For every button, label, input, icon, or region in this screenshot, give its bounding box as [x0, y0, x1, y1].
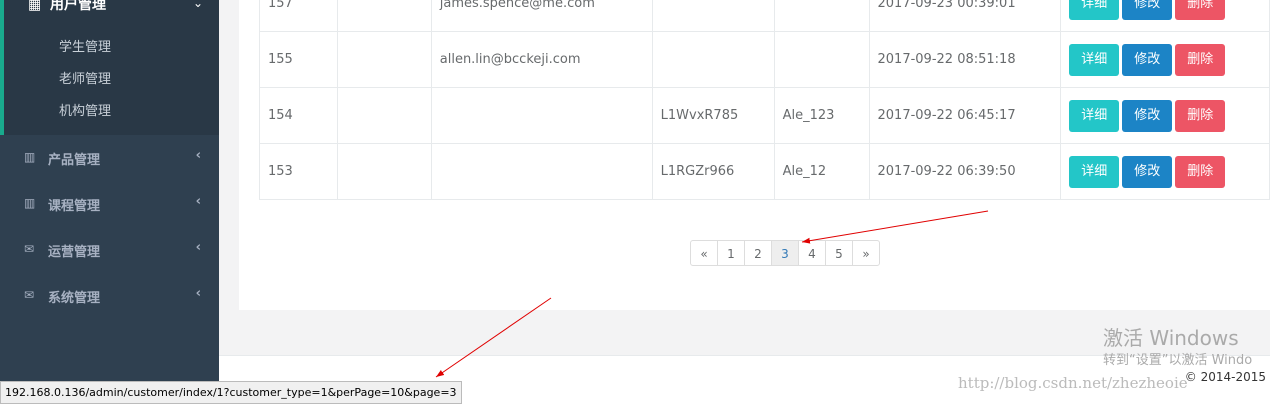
sidebar: ▦ 用户管理 ⌄ 学生管理 老师管理 机构管理 ▥ 产品管理 ‹ ▥ 课程管理 ‹… — [0, 0, 219, 404]
cell-email — [430, 87, 653, 144]
cell-time: 2017-09-23 00:39:01 — [868, 0, 1062, 32]
cell-time: 2017-09-22 06:45:17 — [868, 87, 1062, 144]
chevron-down-icon: ⌄ — [192, 0, 203, 10]
cell-col2 — [336, 87, 432, 144]
delete-button[interactable]: 删除 — [1175, 43, 1226, 76]
cell-code: L1WvxR785 — [651, 87, 775, 144]
chevron-left-icon: ‹ — [195, 240, 201, 255]
pagination: « 1 2 3 4 5 » — [690, 240, 880, 266]
cell-id: 153 — [259, 143, 338, 200]
envelope-icon: ✉ — [24, 288, 35, 302]
table-row: 154 L1WvxR785 Ale_123 2017-09-22 06:45:17 详细… — [259, 87, 1270, 144]
sidebar-item-institutions[interactable]: 机构管理 — [59, 100, 111, 119]
csdn-watermark: http://blog.csdn.net/zhezheoie — [958, 374, 1188, 392]
detail-button[interactable]: 详细 — [1069, 0, 1120, 20]
main-content: 157 james.spence@me.com 2017-09-23 00:39:0… — [239, 0, 1270, 310]
sidebar-item-courses[interactable]: ▥ 课程管理 ‹ — [0, 181, 219, 227]
detail-button[interactable]: 详细 — [1069, 99, 1120, 132]
pagination-prev[interactable]: « — [690, 240, 718, 266]
cell-col2 — [336, 0, 432, 32]
delete-button[interactable]: 删除 — [1175, 155, 1226, 188]
table-row: 157 james.spence@me.com 2017-09-23 00:39:0… — [259, 0, 1270, 32]
bar-chart-icon: ▥ — [24, 196, 36, 210]
chevron-left-icon: ‹ — [195, 286, 201, 301]
copyright: © 2014-2015 — [1184, 370, 1266, 384]
cell-email: allen.lin@bcckeji.com — [430, 31, 653, 88]
cell-actions: 详细 修改 删除 — [1060, 143, 1270, 200]
sidebar-group-title[interactable]: ▦ 用户管理 — [28, 0, 106, 14]
bar-chart-icon: ▥ — [24, 150, 36, 164]
pagination-page-3[interactable]: 3 — [771, 240, 799, 266]
sidebar-item-teachers[interactable]: 老师管理 — [59, 68, 111, 87]
edit-button[interactable]: 修改 — [1122, 43, 1173, 76]
sidebar-item-system[interactable]: ✉ 系统管理 ‹ — [0, 273, 219, 319]
sidebar-group-users[interactable]: ▦ 用户管理 ⌄ — [0, 0, 219, 20]
edit-button[interactable]: 修改 — [1122, 99, 1173, 132]
chevron-left-icon: ‹ — [195, 148, 201, 163]
detail-button[interactable]: 详细 — [1069, 43, 1120, 76]
sidebar-item-products[interactable]: ▥ 产品管理 ‹ — [0, 135, 219, 181]
cell-id: 157 — [259, 0, 338, 32]
cell-actions: 详细 修改 删除 — [1060, 87, 1270, 144]
cell-id: 155 — [259, 31, 338, 88]
cell-name — [773, 0, 870, 32]
delete-button[interactable]: 删除 — [1175, 99, 1226, 132]
cell-name: Ale_123 — [773, 87, 870, 144]
pagination-page-4[interactable]: 4 — [798, 240, 826, 266]
cell-name — [773, 31, 870, 88]
pagination-page-2[interactable]: 2 — [744, 240, 772, 266]
cell-email — [430, 143, 653, 200]
cell-code — [651, 31, 775, 88]
edit-button[interactable]: 修改 — [1122, 155, 1173, 188]
sidebar-item-label: 系统管理 — [48, 291, 101, 306]
sidebar-item-label: 运营管理 — [48, 245, 101, 260]
chevron-left-icon: ‹ — [195, 194, 201, 209]
sidebar-item-students[interactable]: 学生管理 — [59, 36, 111, 55]
table-row: 155 allen.lin@bcckeji.com 2017-09-22 08:51… — [259, 31, 1270, 88]
sidebar-item-label: 产品管理 — [48, 153, 101, 168]
cell-actions: 详细 修改 删除 — [1060, 0, 1270, 32]
sidebar-item-label: 课程管理 — [48, 199, 101, 214]
sidebar-submenu: 学生管理 老师管理 机构管理 — [0, 20, 219, 135]
table-row: 153 L1RGZr966 Ale_12 2017-09-22 06:39:50 详细修… — [259, 143, 1270, 200]
edit-button[interactable]: 修改 — [1122, 0, 1173, 20]
cell-email: james.spence@me.com — [430, 0, 653, 32]
cell-code — [651, 0, 775, 32]
envelope-icon: ✉ — [24, 242, 35, 256]
customer-table: 157 james.spence@me.com 2017-09-23 00:39:0… — [259, 0, 1270, 200]
pagination-next[interactable]: » — [852, 240, 880, 266]
cell-col2 — [336, 31, 432, 88]
pagination-page-1[interactable]: 1 — [717, 240, 745, 266]
cell-actions: 详细 修改 删除 — [1060, 31, 1270, 88]
windows-activation-watermark: 激活 Windows — [1103, 326, 1239, 350]
browser-status-bar: 192.168.0.136/admin/customer/index/1?cus… — [0, 381, 462, 404]
delete-button[interactable]: 删除 — [1175, 0, 1226, 20]
detail-button[interactable]: 详细 — [1069, 155, 1120, 188]
windows-activation-hint: 转到“设置”以激活 Windo — [1103, 353, 1253, 368]
cell-time: 2017-09-22 08:51:18 — [868, 31, 1062, 88]
cell-name: Ale_12 — [773, 143, 870, 200]
pagination-page-5[interactable]: 5 — [825, 240, 853, 266]
cell-code: L1RGZr966 — [651, 143, 775, 200]
sidebar-item-operations[interactable]: ✉ 运营管理 ‹ — [0, 227, 219, 273]
cell-col2 — [336, 143, 432, 200]
cell-time: 2017-09-22 06:39:50 — [868, 143, 1062, 200]
cell-id: 154 — [259, 87, 338, 144]
grid-icon: ▦ — [28, 0, 42, 13]
